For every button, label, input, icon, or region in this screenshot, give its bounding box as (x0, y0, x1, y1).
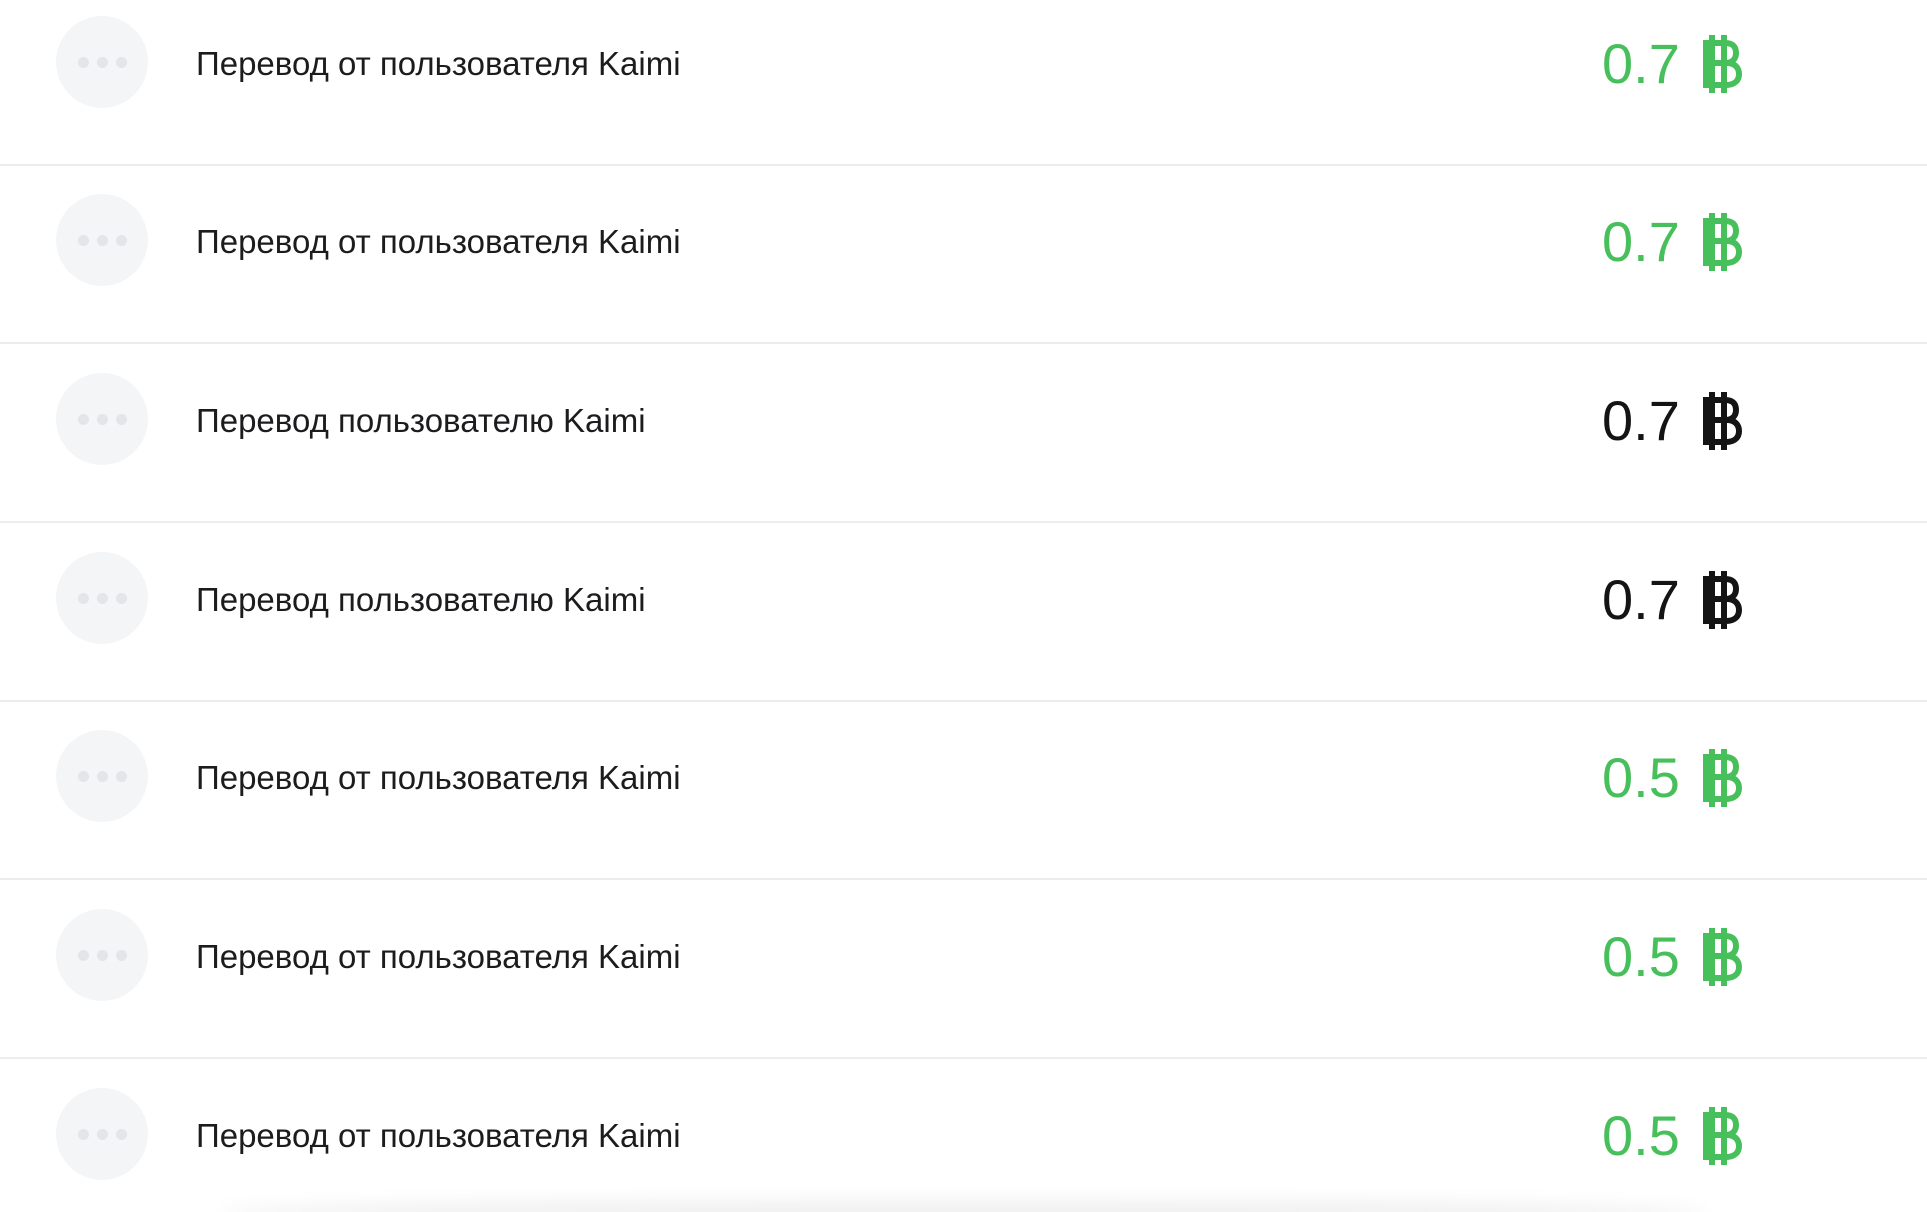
amount-value: 0.7 (1602, 210, 1680, 273)
avatar[interactable] (56, 552, 148, 644)
transaction-title: Перевод от пользователя Kaimi (196, 1117, 681, 1154)
transaction-amount: 0.5 (1602, 925, 1742, 989)
more-icon (56, 16, 148, 108)
amount-value: 0.5 (1602, 1104, 1680, 1167)
amount-value: 0.7 (1602, 389, 1680, 452)
more-icon (56, 373, 148, 465)
transaction-title: Перевод пользователю Kaimi (196, 402, 646, 439)
bitcoin-icon (1702, 749, 1742, 807)
bitcoin-icon (1702, 35, 1742, 93)
bitcoin-icon (1702, 213, 1742, 271)
avatar[interactable] (56, 730, 148, 822)
bitcoin-icon (1702, 1107, 1742, 1165)
more-icon (56, 730, 148, 822)
transaction-title: Перевод от пользователя Kaimi (196, 759, 681, 796)
transaction-title: Перевод от пользователя Kaimi (196, 938, 681, 975)
transaction-row[interactable]: Перевод от пользователя Kaimi 0.5 (0, 881, 1927, 1059)
transaction-amount: 0.7 (1602, 32, 1742, 96)
transaction-title: Перевод пользователю Kaimi (196, 581, 646, 618)
transaction-list: Перевод от пользователя Kaimi 0.7 Перево… (0, 0, 1927, 1212)
transaction-row[interactable]: Перевод от пользователя Kaimi 0.5 (0, 1060, 1927, 1212)
bitcoin-icon (1702, 571, 1742, 629)
transaction-row[interactable]: Перевод от пользователя Kaimi 0.7 (0, 166, 1927, 344)
avatar[interactable] (56, 909, 148, 1001)
more-icon (56, 1088, 148, 1180)
amount-value: 0.7 (1602, 568, 1680, 631)
transaction-row[interactable]: Перевод от пользователя Kaimi 0.7 (0, 0, 1927, 166)
transaction-title: Перевод от пользователя Kaimi (196, 45, 681, 82)
transaction-amount: 0.7 (1602, 210, 1742, 274)
bitcoin-icon (1702, 392, 1742, 450)
avatar[interactable] (56, 16, 148, 108)
avatar[interactable] (56, 373, 148, 465)
transaction-amount: 0.5 (1602, 1104, 1742, 1168)
amount-value: 0.7 (1602, 32, 1680, 95)
transaction-row[interactable]: Перевод пользователю Kaimi 0.7 (0, 524, 1927, 702)
bitcoin-icon (1702, 928, 1742, 986)
avatar[interactable] (56, 1088, 148, 1180)
more-icon (56, 552, 148, 644)
transaction-amount: 0.7 (1602, 389, 1742, 453)
transaction-amount: 0.7 (1602, 568, 1742, 632)
more-icon (56, 909, 148, 1001)
avatar[interactable] (56, 194, 148, 286)
transaction-row[interactable]: Перевод пользователю Kaimi 0.7 (0, 345, 1927, 523)
amount-value: 0.5 (1602, 925, 1680, 988)
more-icon (56, 194, 148, 286)
transaction-row[interactable]: Перевод от пользователя Kaimi 0.5 (0, 702, 1927, 880)
transaction-amount: 0.5 (1602, 746, 1742, 810)
amount-value: 0.5 (1602, 746, 1680, 809)
transaction-title: Перевод от пользователя Kaimi (196, 223, 681, 260)
